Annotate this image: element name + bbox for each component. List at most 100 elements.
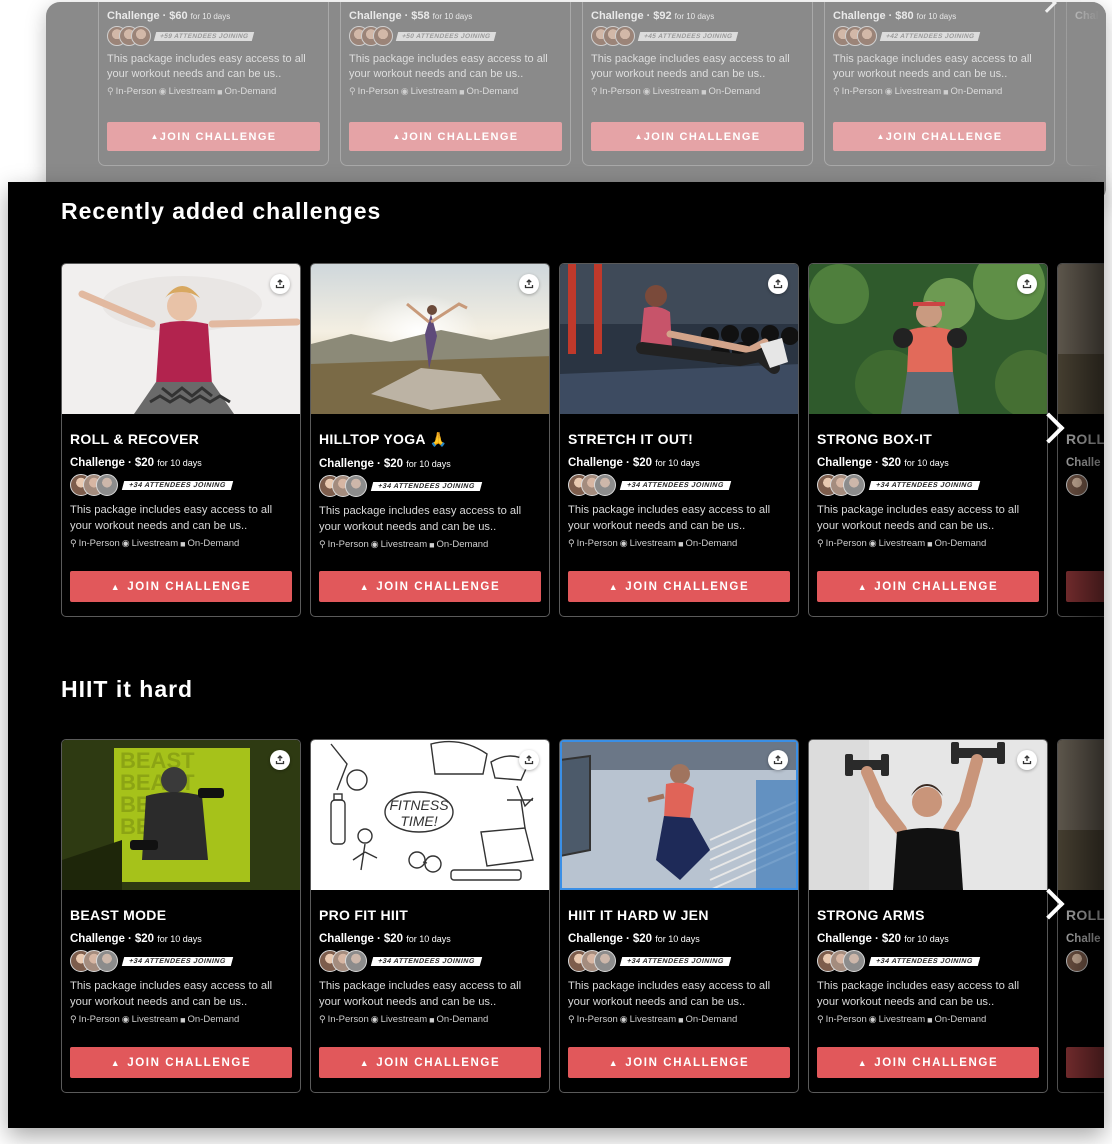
join-label: JOIN CHALLENGE — [625, 1056, 750, 1069]
share-icon[interactable] — [768, 274, 788, 294]
recent-challenges-track: ROLL & RECOVER Challenge · $20 for 10 days +… — [61, 263, 1104, 617]
avatar-stack — [70, 950, 118, 972]
attendees-row: +34 ATTENDEES JOINING — [70, 949, 292, 973]
challenge-card[interactable]: ROLL & RECOVER Challenge · $20 for 10 days +… — [61, 263, 301, 617]
background-challenge-card[interactable]: Challenge · $60 for 10 days +59 ATTENDEES J… — [98, 2, 329, 166]
challenge-card[interactable]: FITNESS TIME! PRO FIT HIIT Challenge · $20 f… — [310, 739, 550, 1093]
modality-in-person: In-Person — [327, 539, 369, 550]
section-title-recent: Recently added challenges — [61, 198, 382, 224]
challenge-card[interactable]: STRONG ARMS Challenge · $20 for 10 days +34 … — [808, 739, 1048, 1093]
join-label: JOIN CHALLENGE — [159, 130, 277, 143]
share-icon[interactable] — [519, 750, 539, 770]
video-camera-icon: ■ — [701, 86, 707, 97]
attendees-row: +42 ATTENDEES JOINING — [833, 25, 1046, 47]
challenge-label: Challenge — [833, 10, 886, 22]
background-card-track: Challenge · $60 for 10 days +59 ATTENDEES J… — [98, 2, 1106, 166]
challenge-card-peek[interactable]: ROLL Challe — [1057, 263, 1104, 617]
livestream-icon: ◉ — [868, 538, 877, 548]
mountain-icon: ▲ — [110, 1057, 122, 1068]
price-separator: · — [874, 457, 879, 469]
price-separator: · — [127, 457, 132, 469]
join-challenge-button[interactable]: ▲ JOIN CHALLENGE — [70, 1047, 292, 1078]
modality-list: ⚲ In-Person ◉ Livestream ■ On-Demand — [568, 1014, 790, 1025]
price-separator: · — [625, 933, 630, 945]
avatar-stack — [70, 474, 118, 496]
video-camera-icon: ■ — [429, 1014, 435, 1025]
share-icon[interactable] — [1017, 750, 1037, 770]
attendees-row: +34 ATTENDEES JOINING — [70, 473, 292, 497]
challenge-label: Challenge — [349, 10, 402, 22]
video-camera-icon: ■ — [943, 86, 949, 97]
location-pin-icon: ⚲ — [319, 539, 326, 549]
challenge-card[interactable]: BEASTBEASTBEASTBEAST BEAST MODE Challenge… — [61, 739, 301, 1093]
card-body: ROLL Challe — [1058, 431, 1104, 497]
join-challenge-button[interactable]: ▲ JOIN CHALLENGE — [817, 1047, 1039, 1078]
price-separator: · — [376, 458, 381, 470]
card-body: STRONG BOX-IT Challenge · $20 for 10 days +3… — [809, 431, 1047, 549]
location-pin-icon: ⚲ — [817, 1014, 824, 1024]
join-challenge-button[interactable]: ▲ JOIN CHALLENGE — [107, 122, 320, 151]
card-body: ROLL Challe — [1058, 907, 1104, 973]
share-icon[interactable] — [270, 750, 290, 770]
join-challenge-button[interactable]: ▲ JOIN CHALLENGE — [349, 122, 562, 151]
modality-in-person: In-Person — [78, 1014, 120, 1025]
challenge-card-peek[interactable]: ROLL Challe — [1057, 739, 1104, 1093]
attendees-row: +34 ATTENDEES JOINING — [817, 473, 1039, 497]
challenge-label: Challenge — [319, 933, 374, 945]
livestream-icon: ◉ — [121, 538, 130, 548]
price-line: Challenge · $20 for 10 days — [70, 933, 292, 945]
modality-in-person: In-Person — [327, 1014, 369, 1025]
challenge-card[interactable]: STRONG BOX-IT Challenge · $20 for 10 days +3… — [808, 263, 1048, 617]
attendees-row: +34 ATTENDEES JOINING — [319, 474, 541, 498]
challenge-image: FITNESS TIME! — [311, 740, 549, 890]
join-challenge-button[interactable]: ▲ JOIN CHALLENGE — [568, 1047, 790, 1078]
modality-livestream: Livestream — [894, 86, 942, 97]
challenge-image — [809, 264, 1047, 414]
challenge-card[interactable]: STRETCH IT OUT! Challenge · $20 for 10 days… — [559, 263, 799, 617]
background-challenge-card[interactable]: Challenge · $80 for 10 days +42 ATTENDEES J… — [824, 2, 1055, 166]
share-icon[interactable] — [270, 274, 290, 294]
mountain-icon: ▲ — [150, 132, 160, 141]
challenge-title: HILLTOP YOGA 🙏 — [319, 431, 448, 447]
challenge-title: HIIT IT HARD W JEN — [568, 907, 709, 923]
challenge-image — [1058, 264, 1104, 414]
livestream-icon: ◉ — [158, 86, 167, 96]
sketch-text: FITNESS — [389, 797, 449, 813]
price-separator: · — [376, 933, 381, 945]
join-challenge-button[interactable]: ▲ JOIN CHALLENGE — [817, 571, 1039, 602]
challenge-card[interactable]: HIIT IT HARD W JEN Challenge · $20 for 10 d… — [559, 739, 799, 1093]
modality-on-demand: On-Demand — [436, 539, 489, 550]
avatar — [843, 950, 865, 972]
share-icon[interactable] — [1017, 274, 1037, 294]
challenge-card[interactable]: HILLTOP YOGA 🙏 Challenge · $20 for 10 days +… — [310, 263, 550, 617]
challenge-label: Challe — [1066, 457, 1101, 469]
join-challenge-button[interactable]: ▲ JOIN CHALLENGE — [319, 1047, 541, 1078]
duration: for 10 days — [674, 12, 715, 21]
join-challenge-button[interactable]: ▲ JOIN CHALLENGE — [70, 571, 292, 602]
avatar-stack — [568, 474, 616, 496]
challenge-label: Challenge — [107, 10, 160, 22]
challenge-image — [1058, 740, 1104, 890]
modality-on-demand: On-Demand — [685, 538, 738, 549]
price: $20 — [383, 933, 403, 945]
video-camera-icon: ■ — [459, 86, 465, 97]
duration: for 10 days — [916, 12, 957, 21]
hiit-challenges-track: BEASTBEASTBEASTBEAST BEAST MODE Challenge… — [61, 739, 1104, 1093]
share-icon[interactable] — [768, 750, 788, 770]
avatar — [594, 474, 616, 496]
challenge-description: This package includes easy access to all… — [70, 504, 273, 532]
background-challenge-card[interactable]: Challenge · $92 for 10 days +45 ATTENDEES J… — [582, 2, 813, 166]
join-challenge-button[interactable]: ▲ JOIN CHALLENGE — [568, 571, 790, 602]
duration: for 10 days — [157, 934, 202, 944]
join-challenge-button[interactable]: ▲ JOIN CHALLENGE — [591, 122, 804, 151]
mountain-icon: ▲ — [359, 1057, 371, 1068]
join-challenge-button[interactable] — [1066, 571, 1104, 602]
join-label: JOIN CHALLENGE — [643, 130, 761, 143]
modality-in-person: In-Person — [78, 538, 120, 549]
background-challenge-card[interactable]: Challenge · $58 for 10 days +50 ATTENDEES J… — [340, 2, 571, 166]
join-challenge-button[interactable]: ▲ JOIN CHALLENGE — [833, 122, 1046, 151]
join-challenge-button[interactable] — [1066, 1047, 1104, 1078]
share-icon[interactable] — [519, 274, 539, 294]
join-label: JOIN CHALLENGE — [127, 580, 252, 593]
join-challenge-button[interactable]: ▲ JOIN CHALLENGE — [319, 571, 541, 602]
